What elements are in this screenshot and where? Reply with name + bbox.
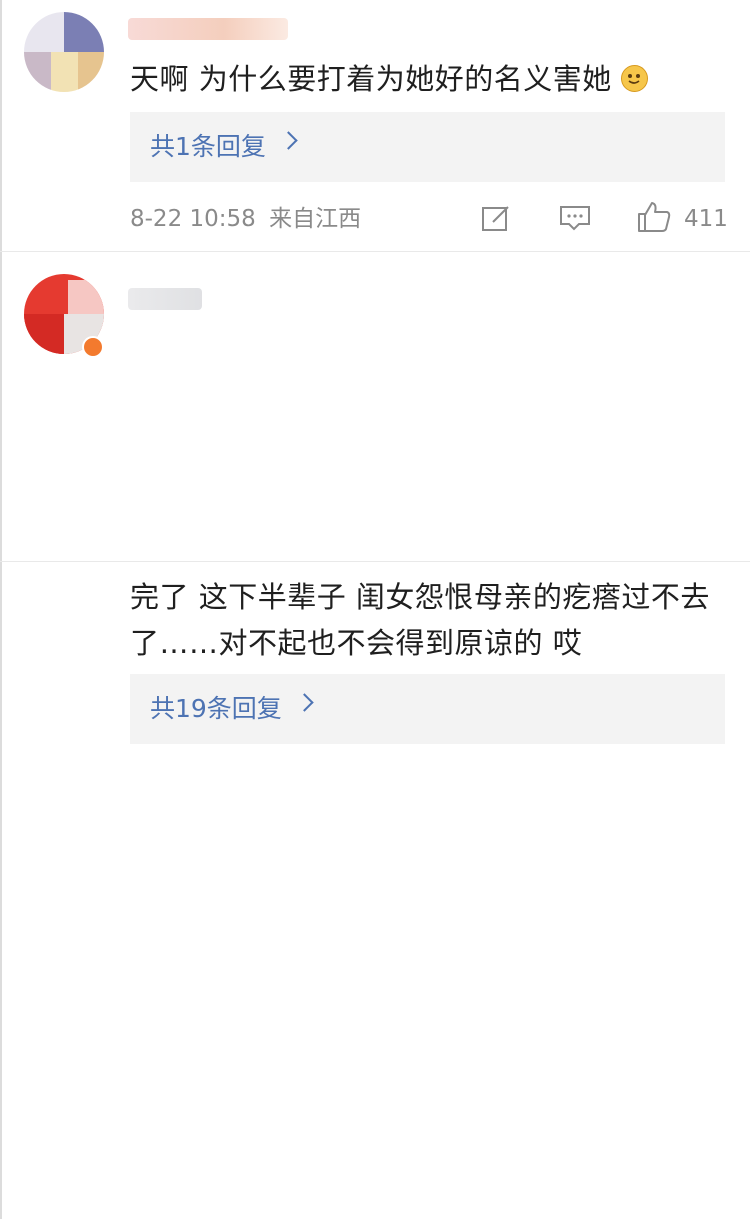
chevron-right-icon [279, 131, 298, 150]
comment-text: 天啊 为什么要打着为她好的名义害她 [130, 56, 724, 102]
thumbs-up-icon[interactable] [636, 200, 672, 238]
comment-meta: 8-22 10:58 来自江西 [130, 204, 361, 234]
reply-summary[interactable]: 共19条回复 [130, 674, 725, 744]
reply-count-link[interactable]: 共1条回复 [150, 112, 266, 182]
username[interactable] [128, 18, 288, 40]
like-count: 411 [684, 206, 728, 232]
comment-location: 来自江西 [269, 206, 362, 232]
avatar[interactable] [24, 12, 104, 92]
reply-count-link[interactable]: 共19条回复 [150, 674, 282, 744]
reply-summary[interactable]: 共1条回复 [130, 112, 725, 182]
comment-item: 天啊 为什么要打着为她好的名义害她 共1条回复 8-22 10:58 来自江西 … [0, 0, 750, 252]
username[interactable] [128, 288, 202, 310]
emoji-face-icon [621, 65, 649, 92]
chevron-right-icon [295, 693, 314, 712]
share-edit-icon[interactable] [480, 202, 512, 238]
verified-badge-icon [82, 336, 104, 358]
comment-time: 8-22 10:58 [130, 206, 256, 232]
comment-text: 完了 这下半辈子 闺女怨恨母亲的疙瘩过不去了……对不起也不会得到原谅的 哎 [130, 580, 710, 660]
comment-body: 天啊 为什么要打着为她好的名义害她 [130, 62, 612, 96]
comment-icon[interactable] [558, 202, 592, 238]
comment-item: 完了 这下半辈子 闺女怨恨母亲的疙瘩过不去了……对不起也不会得到原谅的 哎 共1… [0, 252, 750, 744]
